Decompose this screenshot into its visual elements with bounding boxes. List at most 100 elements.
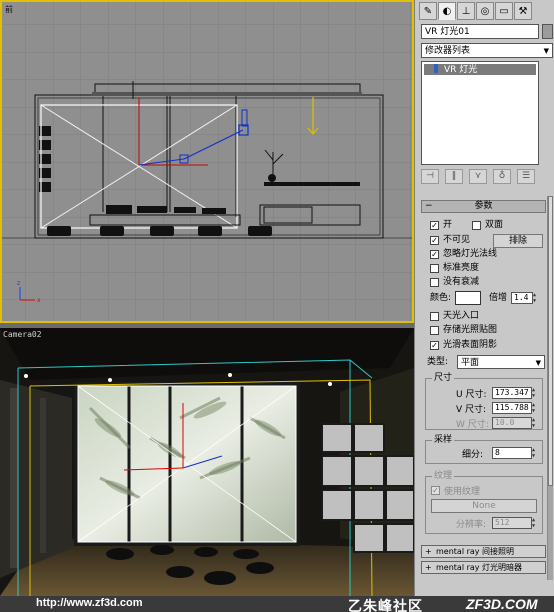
rollout-title: 参数 — [474, 201, 493, 211]
collapse-icon: − — [425, 201, 433, 211]
invisible-checkbox[interactable]: ✓ — [430, 236, 439, 245]
no-decay-label: 没有衰减 — [443, 277, 480, 287]
create-icon[interactable]: ✎ — [419, 2, 437, 20]
stack-item-bar — [434, 64, 438, 73]
spinner-arrows-icon[interactable]: ▲ ▼ — [532, 447, 539, 459]
smooth-shadows-row: ✓ 光滑表面阴影 — [415, 339, 547, 353]
pin-stack-icon[interactable]: ⊣ — [421, 168, 439, 184]
stack-scroll — [541, 61, 553, 165]
object-name-field[interactable]: VR 灯光01 — [421, 24, 539, 39]
smooth-shadows-label: 光滑表面阴影 — [443, 340, 498, 350]
footer-watermark: http://www.zf3d.com 乙朱峰社区 ZF3D.COM — [0, 596, 554, 612]
viewport-label[interactable]: Camera02 — [3, 330, 42, 339]
rollout-params-header[interactable]: − 参数 — [421, 200, 546, 213]
v-size-spinner[interactable]: 115.788 ▲ ▼ — [492, 402, 535, 414]
multiplier-label: 倍增 — [489, 293, 508, 303]
motion-icon[interactable]: ◎ — [476, 2, 494, 20]
camera-render — [0, 328, 414, 596]
resolution-spinner[interactable]: 512 ▲ ▼ — [492, 517, 535, 529]
configure-sets-icon[interactable]: ☰ — [517, 168, 535, 184]
on-label: 开 — [443, 220, 453, 230]
panel-scrollbar[interactable] — [547, 196, 553, 580]
no-decay-checkbox[interactable] — [430, 278, 439, 287]
skylight-row: 天光入口 — [415, 310, 547, 324]
remove-modifier-icon[interactable]: ♁ — [493, 168, 511, 184]
u-size-label: U 尺寸: — [456, 390, 487, 400]
size-group: 尺寸 U 尺寸: 173.347 ▲ ▼ V 尺寸: 115.788 ▲ ▼ W 尺寸:… — [425, 373, 543, 430]
no-decay-row: 没有衰减 — [415, 276, 547, 290]
w-size-value: 10.0 — [495, 418, 515, 427]
use-texture-checkbox[interactable]: ✓ — [431, 486, 440, 495]
v-size-value: 115.788 — [495, 403, 529, 412]
double-sided-label: 双面 — [485, 220, 504, 230]
ignore-normals-label: 忽略灯光法线 — [443, 249, 498, 259]
modifier-list-dropdown[interactable]: 修改器列表 ▼ — [421, 43, 553, 58]
rollout-mr-shader[interactable]: + mental ray 灯光明暗器 — [421, 561, 546, 574]
color-label: 颜色: — [430, 293, 452, 303]
store-irradiance-checkbox[interactable] — [430, 326, 439, 335]
resolution-label: 分辨率: — [456, 520, 487, 530]
expand-icon: + — [425, 563, 432, 572]
v-size-label: V 尺寸: — [456, 405, 487, 415]
front-viewport-canvas: z x — [2, 2, 412, 321]
site-logo-domain: ZF3D.COM — [466, 596, 538, 612]
multiplier-spinner[interactable]: 1.4 ▲ ▼ — [511, 292, 536, 304]
chevron-down-icon: ▼ — [543, 47, 549, 55]
normalize-checkbox[interactable] — [430, 264, 439, 273]
chevron-down-icon: ▼ — [535, 359, 541, 367]
show-end-result-icon[interactable]: ‖ — [445, 168, 463, 184]
smooth-shadows-checkbox[interactable]: ✓ — [430, 341, 439, 350]
type-value: 平面 — [461, 358, 480, 368]
on-row: ✓ 开 双面 — [415, 219, 547, 233]
hierarchy-icon[interactable]: ⊥ — [457, 2, 475, 20]
skylight-checkbox[interactable] — [430, 312, 439, 321]
expand-icon: + — [425, 547, 432, 556]
u-size-spinner[interactable]: 173.347 ▲ ▼ — [492, 387, 535, 399]
scrollbar-thumb[interactable] — [548, 196, 553, 486]
spinner-arrows-icon[interactable]: ▲ ▼ — [533, 292, 540, 304]
light-color-swatch[interactable] — [455, 291, 481, 305]
subdivs-spinner[interactable]: 8 ▲ ▼ — [492, 447, 535, 459]
sampling-group: 采样 细分: 8 ▲ ▼ — [425, 435, 543, 464]
type-label: 类型: — [427, 357, 449, 367]
stack-toolbar: ⊣ ‖ ⋎ ♁ ☰ — [421, 168, 553, 184]
multiplier-value: 1.4 — [514, 293, 529, 302]
texture-none-button[interactable]: None — [431, 499, 537, 513]
spinner-arrows-icon[interactable]: ▲ ▼ — [532, 402, 539, 414]
svg-text:z: z — [17, 280, 20, 287]
stack-item[interactable]: VR 灯光 — [424, 64, 536, 75]
site-url: http://www.zf3d.com — [36, 597, 143, 609]
modify-icon[interactable]: ◐ — [438, 2, 456, 20]
color-row: 颜色: 倍增 1.4 ▲ ▼ — [415, 291, 547, 306]
rollout-mr-indirect[interactable]: + mental ray 间接照明 — [421, 545, 546, 558]
object-color-swatch[interactable] — [542, 24, 553, 39]
double-sided-checkbox[interactable] — [472, 221, 481, 230]
ignore-normals-checkbox[interactable]: ✓ — [430, 250, 439, 259]
on-checkbox[interactable]: ✓ — [430, 221, 439, 230]
invisible-row: ✓ 不可见 排除 — [415, 234, 547, 248]
type-dropdown[interactable]: 平面 ▼ — [457, 355, 545, 369]
subdivs-value: 8 — [495, 448, 500, 457]
camera-viewport[interactable]: Camera02 — [0, 328, 414, 596]
spinner-arrows-icon[interactable]: ▲ ▼ — [532, 387, 539, 399]
normalize-label: 标准亮度 — [443, 263, 480, 273]
display-icon[interactable]: ▭ — [495, 2, 513, 20]
spinner-arrows-icon[interactable]: ▲ ▼ — [532, 517, 539, 529]
command-panel: ✎ ◐ ⊥ ◎ ▭ ⚒ VR 灯光01 修改器列表 ▼ VR 灯光 ⊣ ‖ ⋎ … — [414, 0, 554, 596]
utilities-icon[interactable]: ⚒ — [514, 2, 532, 20]
exclude-button[interactable]: 排除 — [493, 234, 543, 248]
rollout-mr-indirect-label: mental ray 间接照明 — [436, 547, 515, 556]
ignore-normals-row: ✓ 忽略灯光法线 — [415, 248, 547, 262]
spinner-arrows-icon[interactable]: ▲ ▼ — [532, 417, 539, 429]
size-group-title: 尺寸 — [432, 373, 455, 383]
w-size-spinner[interactable]: 10.0 ▲ ▼ — [492, 417, 535, 429]
modifier-stack[interactable]: VR 灯光 — [421, 61, 539, 165]
rollout-mr-shader-label: mental ray 灯光明暗器 — [436, 563, 523, 572]
make-unique-icon[interactable]: ⋎ — [469, 168, 487, 184]
store-irradiance-label: 存储光照贴图 — [443, 325, 498, 335]
texture-group-title: 纹理 — [432, 471, 455, 481]
u-size-value: 173.347 — [495, 388, 529, 397]
front-viewport[interactable]: z x 前 — [0, 0, 414, 323]
viewport-label[interactable]: 前 — [5, 4, 13, 15]
w-size-label: W 尺寸: — [456, 420, 489, 430]
